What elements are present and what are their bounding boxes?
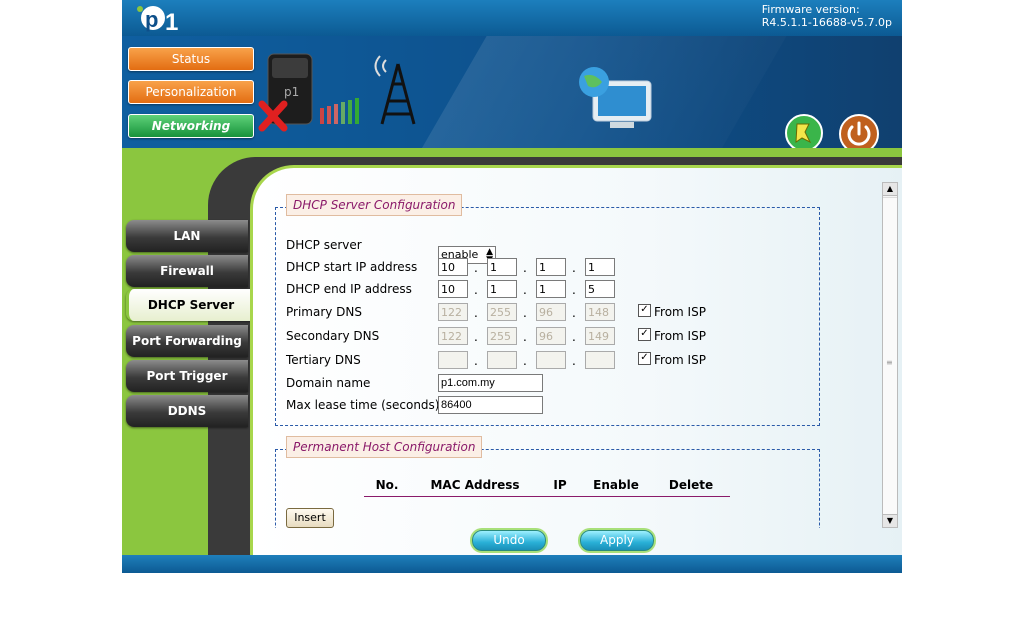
primary-dns-label: Primary DNS <box>286 305 363 319</box>
scroll-down-icon[interactable]: ▼ <box>883 514 897 527</box>
tertiary-dns-from-isp-label: From ISP <box>654 353 706 367</box>
power-icon[interactable] <box>839 114 879 148</box>
domain-name-label: Domain name <box>286 376 371 390</box>
col-delete: Delete <box>668 478 714 492</box>
sidebar-item-dhcp-server[interactable]: DHCP Server <box>126 289 253 321</box>
col-mac-address: MAC Address <box>430 478 520 492</box>
sidebar-item-lan[interactable]: LAN <box>126 220 248 252</box>
menu-networking-button[interactable]: Networking <box>128 114 254 138</box>
col-ip: IP <box>553 478 567 492</box>
tertiary-dns-label: Tertiary DNS <box>286 353 361 367</box>
scroll-up-icon[interactable]: ▲ <box>883 183 897 196</box>
primary-dns-octet-2 <box>487 303 517 321</box>
footer-bar <box>122 555 902 573</box>
cell-tower-icon <box>374 55 416 125</box>
firmware-version: Firmware version: R4.5.1.1-16688-v5.7.0p <box>762 3 892 29</box>
tertiary-dns-octet-4 <box>585 351 615 369</box>
start-ip-octet-2[interactable] <box>487 258 517 276</box>
start-ip-octet-1[interactable] <box>438 258 468 276</box>
secondary-dns-from-isp-label: From ISP <box>654 329 706 343</box>
network-status-illustration: p1 <box>258 53 652 132</box>
secondary-dns-octet-1 <box>438 327 468 345</box>
primary-dns-from-isp-label: From ISP <box>654 305 706 319</box>
computer-globe-icon <box>579 67 652 128</box>
top-bar: p 1 Firmware version: R4.5.1.1-16688-v5.… <box>122 0 902 36</box>
insert-button[interactable]: Insert <box>286 508 334 528</box>
col-enable: Enable <box>593 478 639 492</box>
dhcp-start-label: DHCP start IP address <box>286 260 418 274</box>
secondary-dns-from-isp-checkbox[interactable]: ✓ <box>638 328 651 341</box>
vertical-scrollbar[interactable]: ▲ ≡ ▼ <box>882 182 898 528</box>
sidebar-item-firewall[interactable]: Firewall <box>126 255 248 287</box>
permanent-host-title: Permanent Host Configuration <box>286 436 483 458</box>
signal-bars-icon <box>320 98 359 124</box>
svg-text:p: p <box>145 7 158 32</box>
header-banner: Status Personalization Networking p1 <box>122 36 902 148</box>
svg-text:1: 1 <box>165 9 178 36</box>
firmware-label: Firmware version: <box>761 3 860 16</box>
end-ip-octet-1[interactable] <box>438 280 468 298</box>
permanent-host-group: Permanent Host Configuration No. MAC Add… <box>275 436 820 528</box>
secondary-dns-octet-2 <box>487 327 517 345</box>
tertiary-dns-octet-2 <box>487 351 517 369</box>
permanent-host-table: No. MAC Address IP Enable Delete <box>364 478 730 497</box>
secondary-dns-octet-4 <box>585 327 615 345</box>
sidebar-item-port-forwarding[interactable]: Port Forwarding <box>126 325 248 357</box>
secondary-dns-label: Secondary DNS <box>286 329 380 343</box>
end-ip-octet-3[interactable] <box>536 280 566 298</box>
max-lease-time-label: Max lease time (seconds) <box>286 398 440 412</box>
domain-name-input[interactable] <box>438 374 543 392</box>
start-ip-octet-4[interactable] <box>585 258 615 276</box>
primary-dns-octet-4 <box>585 303 615 321</box>
primary-dns-octet-1 <box>438 303 468 321</box>
wizard-icon[interactable] <box>785 114 823 148</box>
max-lease-time-input[interactable] <box>438 396 543 414</box>
undo-button[interactable]: Undo <box>472 530 546 551</box>
menu-status-button[interactable]: Status <box>128 47 254 71</box>
tertiary-dns-from-isp-checkbox[interactable]: ✓ <box>638 352 651 365</box>
col-no: No. <box>375 478 399 492</box>
primary-dns-octet-3 <box>536 303 566 321</box>
sidebar-item-ddns[interactable]: DDNS <box>126 395 248 427</box>
secondary-dns-octet-3 <box>536 327 566 345</box>
svg-text:p1: p1 <box>284 85 299 99</box>
sidebar-item-port-trigger[interactable]: Port Trigger <box>126 360 248 392</box>
scroll-area: DHCP Server Configuration DHCP server en… <box>253 168 893 528</box>
primary-dns-from-isp-checkbox[interactable]: ✓ <box>638 304 651 317</box>
start-ip-octet-3[interactable] <box>536 258 566 276</box>
apply-button[interactable]: Apply <box>580 530 654 551</box>
firmware-value: R4.5.1.1-16688-v5.7.0p <box>761 16 892 29</box>
tertiary-dns-octet-3 <box>536 351 566 369</box>
router-admin-window: p 1 Firmware version: R4.5.1.1-16688-v5.… <box>122 0 902 573</box>
menu-personalization-button[interactable]: Personalization <box>128 80 254 104</box>
tertiary-dns-octet-1 <box>438 351 468 369</box>
end-ip-octet-2[interactable] <box>487 280 517 298</box>
dhcp-end-label: DHCP end IP address <box>286 282 412 296</box>
content-panel: DHCP Server Configuration DHCP server en… <box>250 165 902 558</box>
scroll-thumb[interactable]: ≡ <box>883 197 897 515</box>
end-ip-octet-4[interactable] <box>585 280 615 298</box>
dhcp-server-label: DHCP server <box>286 238 362 252</box>
p1-logo: p 1 <box>137 6 178 36</box>
dhcp-config-title: DHCP Server Configuration <box>286 194 463 216</box>
dhcp-config-group: DHCP Server Configuration DHCP server en… <box>275 194 820 426</box>
